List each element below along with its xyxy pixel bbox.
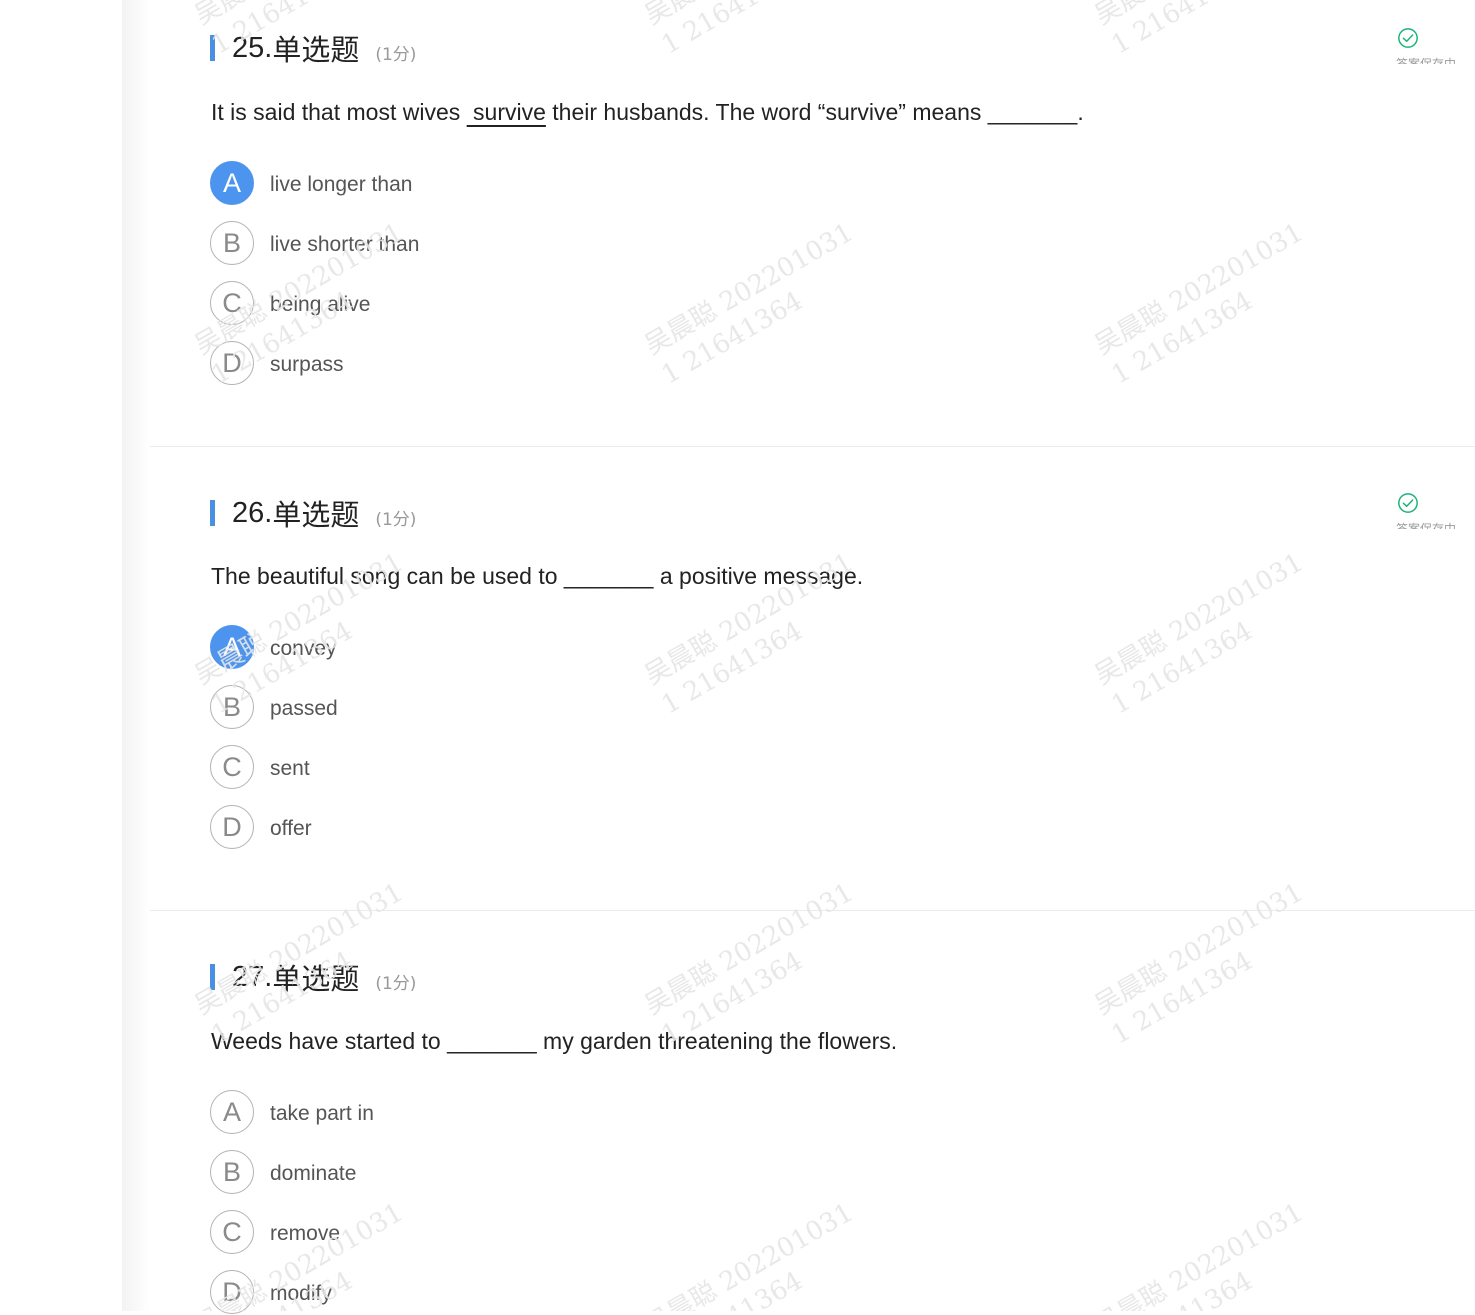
option-letter: D bbox=[210, 805, 254, 849]
question-stem: Weeds have started to _______ my garden … bbox=[211, 1028, 898, 1054]
stem-text-end: their husbands. The word “survive” means… bbox=[545, 99, 1084, 125]
option-letter: A bbox=[210, 1090, 254, 1134]
option-text: dominate bbox=[270, 1162, 357, 1185]
question-number: 26. bbox=[232, 496, 273, 529]
question-type: 单选题 bbox=[272, 498, 360, 532]
option-c[interactable]: C remove bbox=[210, 1209, 340, 1255]
option-letter: B bbox=[210, 1150, 254, 1194]
stem-underlined-word: survive bbox=[466, 99, 546, 125]
option-text: being alive bbox=[270, 293, 371, 316]
question-header: 25. 单选题 (1分) bbox=[210, 28, 416, 68]
question-type: 单选题 bbox=[272, 962, 360, 996]
option-letter: A bbox=[210, 625, 254, 669]
save-status-text: 答案保存中 bbox=[1396, 522, 1457, 529]
option-letter: B bbox=[210, 685, 254, 729]
option-text: offer bbox=[270, 817, 312, 840]
save-status-25: 答案保存中 bbox=[1396, 27, 1475, 64]
option-letter: B bbox=[210, 221, 254, 265]
stem-text: It is said that most wives bbox=[211, 99, 467, 125]
accent-bar bbox=[210, 964, 215, 990]
option-letter: A bbox=[210, 161, 254, 205]
option-letter: C bbox=[210, 745, 254, 789]
option-b[interactable]: B dominate bbox=[210, 1149, 356, 1195]
option-c[interactable]: C sent bbox=[210, 744, 310, 790]
question-26: 26. 单选题 (1分) The beautiful song can be u… bbox=[150, 447, 1475, 910]
option-d[interactable]: D surpass bbox=[210, 340, 344, 386]
question-number: 27. bbox=[232, 960, 273, 993]
question-stem: It is said that most wives survive their… bbox=[211, 99, 1084, 126]
option-text: remove bbox=[270, 1222, 341, 1245]
option-a[interactable]: A live longer than bbox=[210, 160, 412, 206]
save-status-text: 答案保存中 bbox=[1396, 57, 1457, 64]
question-25: 25. 单选题 (1分) It is said that most wives … bbox=[150, 0, 1475, 446]
option-d[interactable]: D modify bbox=[210, 1269, 332, 1315]
save-status-26: 答案保存中 bbox=[1396, 492, 1475, 529]
option-a[interactable]: A convey bbox=[210, 624, 337, 670]
question-header: 26. 单选题 (1分) bbox=[210, 493, 416, 533]
left-gutter bbox=[0, 0, 122, 1311]
option-a[interactable]: A take part in bbox=[210, 1089, 374, 1135]
question-score: (1分) bbox=[375, 973, 417, 994]
option-text: passed bbox=[270, 697, 338, 720]
option-letter: C bbox=[210, 281, 254, 325]
question-type: 单选题 bbox=[272, 33, 360, 67]
option-text: surpass bbox=[270, 353, 344, 376]
option-c[interactable]: C being alive bbox=[210, 280, 370, 326]
question-header: 27. 单选题 (1分) bbox=[210, 957, 416, 997]
option-b[interactable]: B passed bbox=[210, 684, 338, 730]
accent-bar bbox=[210, 500, 215, 526]
option-letter: D bbox=[210, 1270, 254, 1314]
question-score: (1分) bbox=[375, 509, 417, 530]
option-d[interactable]: D offer bbox=[210, 804, 312, 850]
check-circle-icon bbox=[1398, 493, 1418, 513]
option-letter: D bbox=[210, 341, 254, 385]
option-text: sent bbox=[270, 757, 310, 780]
check-circle-icon bbox=[1398, 28, 1418, 48]
option-text: take part in bbox=[270, 1102, 374, 1125]
option-text: live longer than bbox=[270, 173, 413, 196]
question-number: 25. bbox=[232, 31, 273, 64]
option-letter: C bbox=[210, 1210, 254, 1254]
accent-bar bbox=[210, 35, 215, 61]
question-27: 27. 单选题 (1分) Weeds have started to _____… bbox=[150, 911, 1475, 1314]
gutter-shadow bbox=[122, 0, 150, 1311]
option-text: live shorter than bbox=[270, 233, 420, 256]
question-score: (1分) bbox=[375, 44, 417, 65]
question-list: 25. 单选题 (1分) It is said that most wives … bbox=[150, 0, 1475, 1314]
option-text: convey bbox=[270, 637, 337, 660]
question-stem: The beautiful song can be used to ______… bbox=[211, 563, 864, 589]
option-b[interactable]: B live shorter than bbox=[210, 220, 419, 266]
option-text: modify bbox=[270, 1282, 332, 1305]
